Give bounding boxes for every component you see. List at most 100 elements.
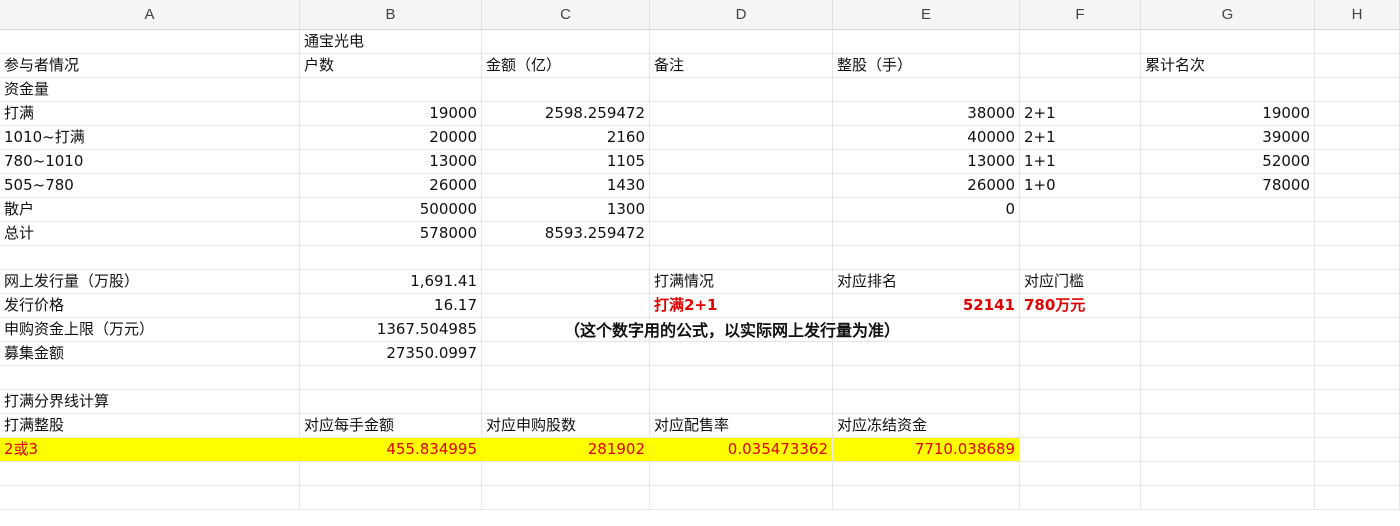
cell-b14[interactable]: 27350.0997 — [300, 342, 482, 366]
cell-b2[interactable]: 户数 — [300, 54, 482, 78]
cell-h5[interactable] — [1315, 126, 1400, 150]
cell-e4[interactable]: 38000 — [833, 102, 1020, 126]
cell-e19[interactable] — [833, 462, 1020, 486]
cell-h10[interactable] — [1315, 246, 1400, 270]
cell-b17[interactable]: 对应每手金额 — [300, 414, 482, 438]
cell-f18[interactable] — [1020, 438, 1141, 462]
cell-f15[interactable] — [1020, 366, 1141, 390]
cell-d12[interactable]: 打满2+1 — [650, 294, 833, 318]
column-header-f[interactable]: F — [1020, 0, 1141, 30]
column-header-b[interactable]: B — [300, 0, 482, 30]
cell-g3[interactable] — [1141, 78, 1315, 102]
cell-g7[interactable]: 78000 — [1141, 174, 1315, 198]
cell-a14[interactable]: 募集金额 — [0, 342, 300, 366]
cell-e3[interactable] — [833, 78, 1020, 102]
cell-h8[interactable] — [1315, 198, 1400, 222]
cell-b4[interactable]: 19000 — [300, 102, 482, 126]
cell-e17[interactable]: 对应冻结资金 — [833, 414, 1020, 438]
cell-b10[interactable] — [300, 246, 482, 270]
cell-d8[interactable] — [650, 198, 833, 222]
cell-f14[interactable] — [1020, 342, 1141, 366]
cell-d19[interactable] — [650, 462, 833, 486]
cell-f17[interactable] — [1020, 414, 1141, 438]
cell-f10[interactable] — [1020, 246, 1141, 270]
cell-f7[interactable]: 1+0 — [1020, 174, 1141, 198]
cell-c12[interactable] — [482, 294, 650, 318]
cell-a20[interactable] — [0, 486, 300, 510]
cell-e2[interactable]: 整股（手） — [833, 54, 1020, 78]
cell-e16[interactable] — [833, 390, 1020, 414]
cell-h18[interactable] — [1315, 438, 1400, 462]
column-header-e[interactable]: E — [833, 0, 1020, 30]
cell-h20[interactable] — [1315, 486, 1400, 510]
cell-a18[interactable]: 2或3 — [0, 438, 300, 462]
cell-h19[interactable] — [1315, 462, 1400, 486]
column-header-c[interactable]: C — [482, 0, 650, 30]
cell-c15[interactable] — [482, 366, 650, 390]
cell-b6[interactable]: 13000 — [300, 150, 482, 174]
cell-d20[interactable] — [650, 486, 833, 510]
cell-d10[interactable] — [650, 246, 833, 270]
cell-c20[interactable] — [482, 486, 650, 510]
cell-a11[interactable]: 网上发行量（万股） — [0, 270, 300, 294]
cell-h3[interactable] — [1315, 78, 1400, 102]
cell-h14[interactable] — [1315, 342, 1400, 366]
cell-f19[interactable] — [1020, 462, 1141, 486]
cell-c19[interactable] — [482, 462, 650, 486]
cell-g1[interactable] — [1141, 30, 1315, 54]
cell-g5[interactable]: 39000 — [1141, 126, 1315, 150]
cell-h4[interactable] — [1315, 102, 1400, 126]
cell-e9[interactable] — [833, 222, 1020, 246]
cell-a5[interactable]: 1010~打满 — [0, 126, 300, 150]
cell-h17[interactable] — [1315, 414, 1400, 438]
cell-d4[interactable] — [650, 102, 833, 126]
cell-c9[interactable]: 8593.259472 — [482, 222, 650, 246]
cell-b5[interactable]: 20000 — [300, 126, 482, 150]
cell-d18[interactable]: 0.035473362 — [650, 438, 833, 462]
cell-a19[interactable] — [0, 462, 300, 486]
cell-e14[interactable] — [833, 342, 1020, 366]
cell-h2[interactable] — [1315, 54, 1400, 78]
cell-g9[interactable] — [1141, 222, 1315, 246]
cell-a1[interactable] — [0, 30, 300, 54]
cell-h6[interactable] — [1315, 150, 1400, 174]
cell-f16[interactable] — [1020, 390, 1141, 414]
cell-b1[interactable]: 通宝光电 — [300, 30, 482, 54]
cell-c7[interactable]: 1430 — [482, 174, 650, 198]
cell-b8[interactable]: 500000 — [300, 198, 482, 222]
cell-b7[interactable]: 26000 — [300, 174, 482, 198]
cell-e5[interactable]: 40000 — [833, 126, 1020, 150]
cell-g12[interactable] — [1141, 294, 1315, 318]
cell-f1[interactable] — [1020, 30, 1141, 54]
cell-f20[interactable] — [1020, 486, 1141, 510]
cell-d7[interactable] — [650, 174, 833, 198]
cell-b9[interactable]: 578000 — [300, 222, 482, 246]
cell-d17[interactable]: 对应配售率 — [650, 414, 833, 438]
cell-c6[interactable]: 1105 — [482, 150, 650, 174]
cell-f4[interactable]: 2+1 — [1020, 102, 1141, 126]
cell-e6[interactable]: 13000 — [833, 150, 1020, 174]
cell-g18[interactable] — [1141, 438, 1315, 462]
cell-a3[interactable]: 资金量 — [0, 78, 300, 102]
cell-a9[interactable]: 总计 — [0, 222, 300, 246]
cell-g14[interactable] — [1141, 342, 1315, 366]
cell-c3[interactable] — [482, 78, 650, 102]
cell-b3[interactable] — [300, 78, 482, 102]
cell-c16[interactable] — [482, 390, 650, 414]
cell-a7[interactable]: 505~780 — [0, 174, 300, 198]
cell-b18[interactable]: 455.834995 — [300, 438, 482, 462]
cell-f12[interactable]: 780万元 — [1020, 294, 1141, 318]
cell-d5[interactable] — [650, 126, 833, 150]
cell-e15[interactable] — [833, 366, 1020, 390]
cell-d6[interactable] — [650, 150, 833, 174]
cell-e18[interactable]: 7710.038689 — [833, 438, 1020, 462]
cell-c1[interactable] — [482, 30, 650, 54]
cell-b16[interactable] — [300, 390, 482, 414]
cell-a12[interactable]: 发行价格 — [0, 294, 300, 318]
cell-h9[interactable] — [1315, 222, 1400, 246]
cell-g17[interactable] — [1141, 414, 1315, 438]
cell-c14[interactable] — [482, 342, 650, 366]
cell-g15[interactable] — [1141, 366, 1315, 390]
column-header-g[interactable]: G — [1141, 0, 1315, 30]
cell-d3[interactable] — [650, 78, 833, 102]
